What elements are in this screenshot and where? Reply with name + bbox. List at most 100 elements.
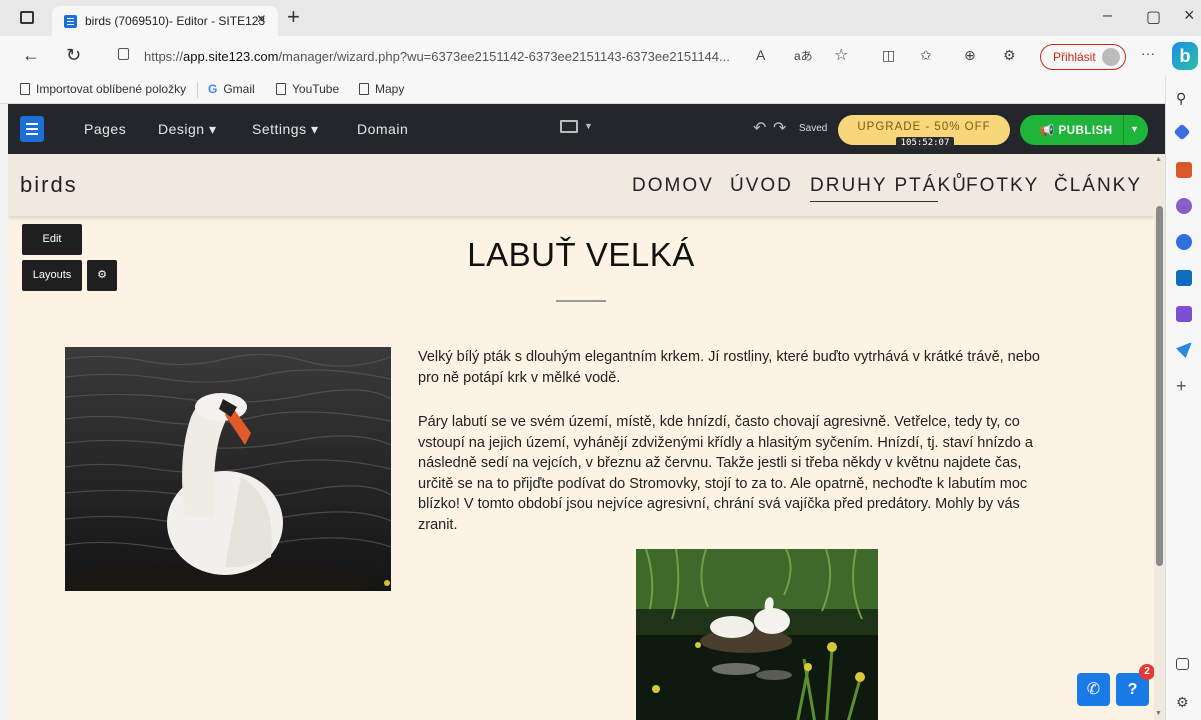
chevron-down-icon[interactable]: ▼	[584, 121, 593, 131]
site123-menu-icon[interactable]	[20, 116, 44, 142]
favorite-mapy[interactable]: Mapy	[359, 82, 404, 96]
nav-item-clanky[interactable]: ČLÁNKY	[1054, 175, 1142, 197]
publish-button[interactable]: 📢 PUBLISH ▼	[1020, 115, 1148, 145]
device-preview-icon[interactable]	[560, 120, 578, 133]
paragraph-line: blízko! V tomto období jsou nejvíce agre…	[418, 496, 1020, 513]
nav-active-indicator	[810, 201, 938, 202]
tab-actions-icon[interactable]	[20, 11, 34, 24]
outlook-icon[interactable]	[1176, 270, 1192, 286]
profile-avatar-icon	[1102, 48, 1120, 66]
import-icon	[20, 83, 30, 95]
intro-paragraph: Velký bílý pták s dlouhým elegantním krk…	[418, 347, 1108, 388]
scroll-up-icon[interactable]: ▲	[1155, 156, 1162, 163]
favorite-youtube[interactable]: YouTube	[276, 82, 339, 96]
paragraph-line: Velký bílý pták s dlouhým elegantním krk…	[418, 349, 1040, 365]
tab-close-icon[interactable]: ×	[257, 11, 266, 29]
upgrade-timer: 105:52:07	[896, 137, 954, 149]
editor-toolbar: Pages Design ▾ Settings ▾ Domain ▼ ↶ ↷ S…	[8, 104, 1165, 154]
page-scrollbar[interactable]: ▲ ▼	[1154, 154, 1165, 720]
back-icon[interactable]: ←	[22, 46, 40, 64]
bing-chat-icon[interactable]: b	[1172, 42, 1198, 70]
send-icon[interactable]	[1176, 342, 1192, 358]
extensions-icon[interactable]: ⚙	[1003, 47, 1016, 64]
paragraph-line: určitě se na to přijďte podívat do Strom…	[418, 475, 1028, 492]
hide-sidebar-icon[interactable]	[1176, 658, 1189, 670]
megaphone-icon: 📢	[1040, 125, 1055, 137]
page-icon	[359, 83, 369, 95]
site-logo[interactable]: birds	[20, 172, 78, 198]
editor-menu-design[interactable]: Design ▾	[158, 121, 217, 138]
page-title: LABUŤ VELKÁ	[467, 236, 695, 273]
site-header: birds DOMOV ÚVOD DRUHY PTÁKŮ FOTKY ČLÁNK…	[8, 154, 1154, 216]
scroll-thumb[interactable]	[1156, 206, 1163, 566]
editor-menu-domain[interactable]: Domain	[357, 121, 408, 137]
signin-label: Přihlásit	[1053, 50, 1096, 64]
paragraph-line: pro ně potápí krk v mělké vodě.	[418, 369, 621, 386]
search-icon[interactable]: ⚲	[1176, 90, 1192, 106]
address-bar: ← ↻ https://app.site123.com/manager/wiza…	[0, 36, 1201, 76]
paragraph-line: zranit.	[418, 516, 458, 533]
page-icon	[276, 83, 286, 95]
swan-illustration	[65, 347, 391, 591]
paragraph-line: následně sedí na vejcích, v březnu až če…	[418, 455, 1022, 472]
collections-icon[interactable]: ⊕	[964, 47, 976, 64]
favorite-star-icon[interactable]: ☆	[834, 45, 848, 65]
scroll-down-icon[interactable]: ▼	[1155, 710, 1162, 717]
swan-photo[interactable]	[65, 347, 391, 591]
swan-nest-photo[interactable]	[636, 549, 878, 720]
phone-icon: ✆	[1086, 681, 1101, 698]
nav-item-uvod[interactable]: ÚVOD	[730, 175, 793, 197]
microsoft365-icon[interactable]	[1176, 234, 1192, 250]
split-screen-icon[interactable]: ◫	[882, 47, 895, 64]
tab-title: birds (7069510)- Editor - SITE123	[85, 14, 266, 28]
close-window-icon[interactable]: ×	[1184, 5, 1195, 26]
nav-item-fotky[interactable]: FOTKY	[966, 175, 1039, 197]
minimize-icon[interactable]: –	[1103, 7, 1112, 25]
site-preview: birds DOMOV ÚVOD DRUHY PTÁKŮ FOTKY ČLÁNK…	[8, 154, 1154, 720]
designer-icon[interactable]	[1176, 306, 1192, 322]
publish-divider	[1123, 115, 1124, 145]
sidebar-settings-icon[interactable]: ⚙	[1176, 694, 1192, 710]
upgrade-label: UPGRADE - 50% OFF	[857, 121, 991, 133]
site123-favicon-icon	[64, 15, 77, 28]
publish-label: 📢 PUBLISH	[1040, 125, 1113, 137]
redo-icon[interactable]: ↷	[773, 118, 786, 138]
paragraph-line: vstoupí na jejich území, vyhánějí zdviže…	[418, 434, 1033, 451]
browser-tab[interactable]: birds (7069510)- Editor - SITE123 ×	[52, 6, 278, 36]
undo-icon[interactable]: ↶	[753, 118, 766, 138]
signin-button[interactable]: Přihlásit	[1040, 44, 1126, 70]
url-field[interactable]: https://app.site123.com/manager/wizard.p…	[104, 42, 864, 70]
more-menu-icon[interactable]: ···	[1141, 45, 1155, 61]
favorites-bar: Importovat oblíbené položky G Gmail YouTu…	[0, 76, 1165, 104]
lock-icon	[118, 48, 129, 60]
shopping-tag-icon[interactable]	[1173, 123, 1191, 141]
favorites-list-icon[interactable]: ✩	[920, 47, 932, 64]
favorite-import[interactable]: Importovat oblíbené položky	[20, 82, 186, 96]
browser-sidebar: ⚲ + ⚙	[1165, 76, 1201, 720]
browser-tab-bar: birds (7069510)- Editor - SITE123 × + – …	[0, 0, 1201, 36]
editor-menu-settings[interactable]: Settings ▾	[252, 121, 319, 138]
read-aloud-icon[interactable]: A	[756, 47, 765, 63]
saved-status: Saved	[799, 123, 828, 134]
upgrade-button[interactable]: UPGRADE - 50% OFF 105:52:07	[838, 115, 1010, 149]
nav-item-domov[interactable]: DOMOV	[632, 175, 714, 197]
restore-icon[interactable]: ▢	[1146, 7, 1161, 27]
add-sidebar-app-icon[interactable]: +	[1176, 376, 1192, 396]
editor-menu-pages[interactable]: Pages	[84, 121, 126, 137]
paragraph-line: Páry labutí se ve svém území, místě, kde…	[418, 414, 1020, 430]
url-text: https://app.site123.com/manager/wizard.p…	[144, 49, 730, 64]
nav-item-druhy-ptaku[interactable]: DRUHY PTÁKŮ	[810, 175, 968, 197]
google-icon: G	[208, 82, 218, 96]
favorite-gmail[interactable]: G Gmail	[208, 82, 255, 96]
phone-support-button[interactable]: ✆	[1077, 673, 1110, 706]
tools-icon[interactable]	[1176, 162, 1192, 178]
games-icon[interactable]	[1176, 198, 1192, 214]
behavior-paragraph: Páry labutí se ve svém území, místě, kde…	[418, 412, 1108, 536]
notification-badge: 2	[1139, 664, 1155, 680]
publish-options-icon[interactable]: ▼	[1130, 124, 1139, 134]
translate-icon[interactable]: aあ	[794, 47, 813, 64]
new-tab-button[interactable]: +	[287, 6, 300, 28]
nest-illustration	[636, 549, 878, 720]
favorites-divider	[197, 82, 198, 98]
refresh-icon[interactable]: ↻	[66, 46, 81, 64]
